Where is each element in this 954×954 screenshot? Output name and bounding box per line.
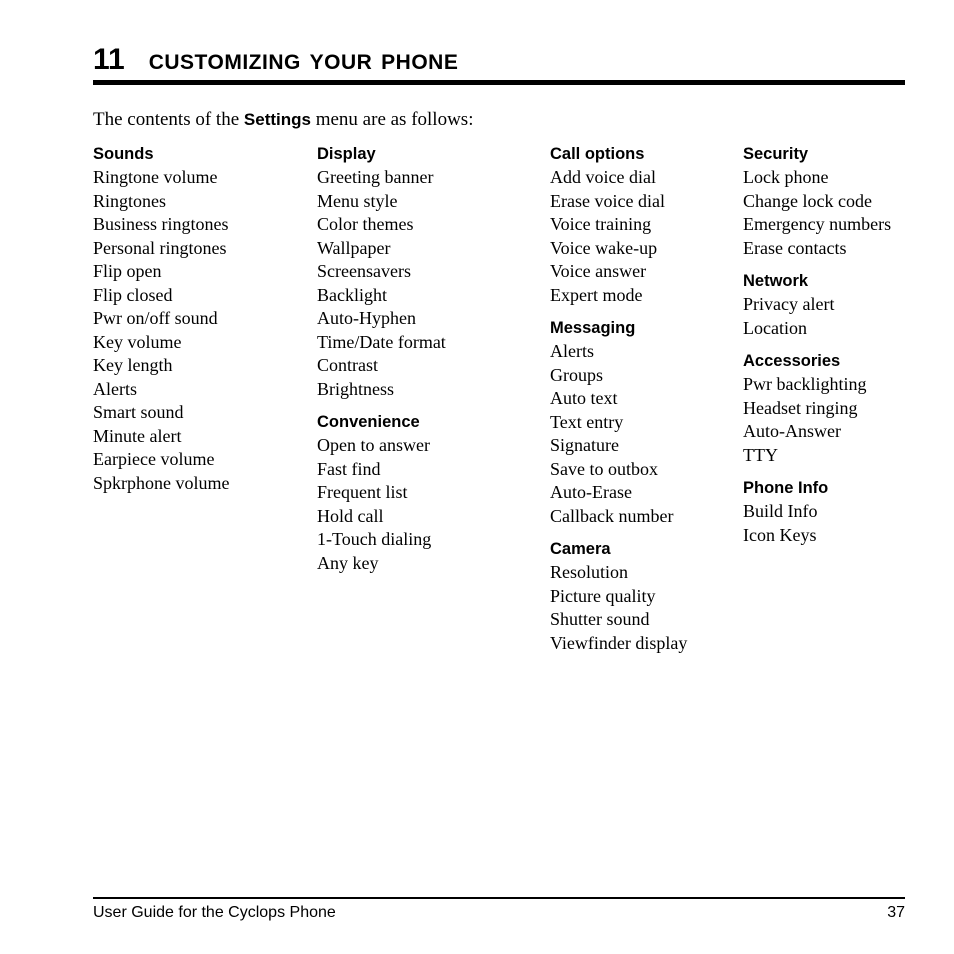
settings-menu-item: Expert mode — [550, 284, 643, 305]
settings-group: Camera Resolution Picture quality Shutter s… — [550, 539, 740, 655]
settings-menu-item: Alerts — [550, 341, 594, 361]
settings-menu-item: Erase voice dial — [550, 190, 665, 211]
page-footer: User Guide for the Cyclops Phone 37 — [93, 902, 905, 926]
settings-menu-item: Picture quality — [550, 585, 656, 606]
settings-menu-item: Pwr on/off sound — [93, 308, 218, 328]
settings-group-title: Phone Info — [743, 479, 829, 497]
settings-menu-item: Auto-Erase — [550, 482, 632, 502]
header-rule — [93, 80, 905, 85]
settings-menu-item: Groups — [550, 364, 603, 385]
settings-menu-item: Key length — [93, 355, 173, 375]
footer-document-title: User Guide for the Cyclops Phone — [93, 904, 336, 921]
settings-group: Convenience Open to answer Fast find Freque… — [317, 412, 542, 575]
settings-menu-item: Auto text — [550, 388, 618, 408]
chapter-heading: 11 Customizing Your Phone — [93, 38, 905, 76]
settings-menu-item: Viewfinder display — [550, 632, 688, 653]
settings-menu-item: Ringtone volume — [93, 167, 218, 187]
settings-menu-item: Text entry — [550, 411, 624, 432]
settings-group-title: Network — [743, 272, 809, 290]
settings-group-title: Sounds — [93, 145, 154, 163]
intro-text-after: menu are as follows: — [310, 109, 474, 130]
settings-menu-item: Build Info — [743, 501, 818, 521]
settings-menu-item: Alerts — [93, 378, 137, 399]
footer-rule — [93, 897, 905, 899]
settings-menu-item: Time/Date format — [317, 331, 446, 352]
settings-group-title: Accessories — [743, 352, 841, 370]
settings-group-title: Security — [743, 145, 809, 163]
intro-settings-label: Settings — [243, 110, 311, 129]
settings-menu-item: Contrast — [317, 355, 378, 375]
settings-group-title: Display — [317, 145, 376, 163]
settings-menu-item: Auto-Answer — [743, 421, 841, 441]
intro-line: The contents of the Settings menu are as… — [93, 107, 473, 133]
settings-menu-item: Shutter sound — [550, 609, 650, 629]
settings-menu-item: Key volume — [93, 331, 182, 352]
settings-menu-item: Change lock code — [743, 190, 872, 211]
settings-menu-item: Location — [743, 317, 807, 338]
settings-menu-item: Earpiece volume — [93, 449, 215, 469]
settings-menu-item: Voice wake-up — [550, 237, 658, 258]
settings-menu-item: Emergency numbers — [743, 214, 892, 234]
settings-group-title: Convenience — [317, 413, 420, 431]
settings-menu-item: Callback number — [550, 505, 674, 526]
settings-menu-item: Icon Keys — [743, 524, 817, 545]
settings-menu-item: Add voice dial — [550, 167, 656, 187]
settings-menu-item: Flip open — [93, 261, 162, 281]
intro-text-before: The contents of the — [93, 109, 244, 130]
chapter-number: 11 — [93, 43, 125, 76]
settings-group: Display Greeting banner Menu style Color th… — [317, 144, 542, 401]
settings-menu-item: Minute alert — [93, 425, 182, 446]
settings-group-title: Camera — [550, 540, 611, 558]
settings-menu-item: Business ringtones — [93, 214, 229, 234]
settings-group: Security Lock phone Change lock code Emerge… — [743, 144, 918, 260]
settings-menu-item: Color themes — [317, 214, 414, 234]
settings-menu-item: Personal ringtones — [93, 237, 227, 258]
document-page: 11 Customizing Your Phone The contents o… — [0, 0, 954, 954]
settings-group: Sounds Ringtone volume Ringtones Business r… — [93, 144, 308, 495]
settings-group-title: Call options — [550, 145, 645, 163]
settings-menu-item: Erase contacts — [743, 237, 847, 258]
settings-menu-item: Backlight — [317, 284, 387, 305]
settings-column-3: Call options Add voice dial Erase voice di… — [550, 144, 740, 655]
settings-menu-item: Brightness — [317, 378, 395, 399]
settings-menu-item: Pwr backlighting — [743, 374, 867, 394]
settings-menu-item: Voice answer — [550, 261, 647, 281]
settings-menu-item: Lock phone — [743, 167, 829, 187]
settings-column-2: Display Greeting banner Menu style Color th… — [317, 144, 542, 575]
settings-menu-item: Wallpaper — [317, 237, 391, 258]
settings-menu-item: Flip closed — [93, 284, 173, 305]
settings-menu-item: Fast find — [317, 458, 381, 479]
settings-column-1: Sounds Ringtone volume Ringtones Business r… — [93, 144, 308, 495]
settings-menu-item: Hold call — [317, 505, 384, 526]
settings-menu-item: 1-Touch dialing — [317, 529, 432, 549]
settings-menu-item: Frequent list — [317, 482, 408, 502]
settings-menu-item: Greeting banner — [317, 167, 434, 187]
settings-menu-item: Resolution — [550, 562, 629, 582]
settings-group: Call options Add voice dial Erase voice di… — [550, 144, 740, 307]
settings-group: Messaging Alerts Groups Auto text Text entry… — [550, 318, 740, 528]
settings-menu-item: Headset ringing — [743, 397, 858, 418]
chapter-title: Customizing Your Phone — [148, 43, 459, 76]
settings-menu-item: Privacy alert — [743, 294, 835, 314]
settings-menu-item: Auto-Hyphen — [317, 308, 416, 328]
footer-page-number: 37 — [887, 904, 905, 921]
settings-menu-item: Signature — [550, 435, 619, 455]
settings-column-4: Security Lock phone Change lock code Emerge… — [743, 144, 918, 547]
settings-menu-item: Open to answer — [317, 435, 430, 455]
settings-menu-item: Any key — [317, 552, 379, 573]
settings-menu-item: Spkrphone volume — [93, 472, 230, 493]
settings-menu-item: Voice training — [550, 214, 652, 234]
settings-menu-item: Menu style — [317, 190, 398, 211]
settings-menu-item: Smart sound — [93, 402, 184, 422]
settings-group: Phone Info Build Info Icon Keys — [743, 478, 918, 547]
settings-menu-item: Screensavers — [317, 261, 411, 281]
settings-group: Accessories Pwr backlighting Headset ringi… — [743, 351, 918, 467]
settings-menu-item: Save to outbox — [550, 458, 658, 479]
settings-group: Network Privacy alert Location — [743, 271, 918, 340]
settings-menu-item: Ringtones — [93, 190, 167, 211]
settings-menu-item: TTY — [743, 444, 778, 465]
settings-group-title: Messaging — [550, 319, 636, 337]
